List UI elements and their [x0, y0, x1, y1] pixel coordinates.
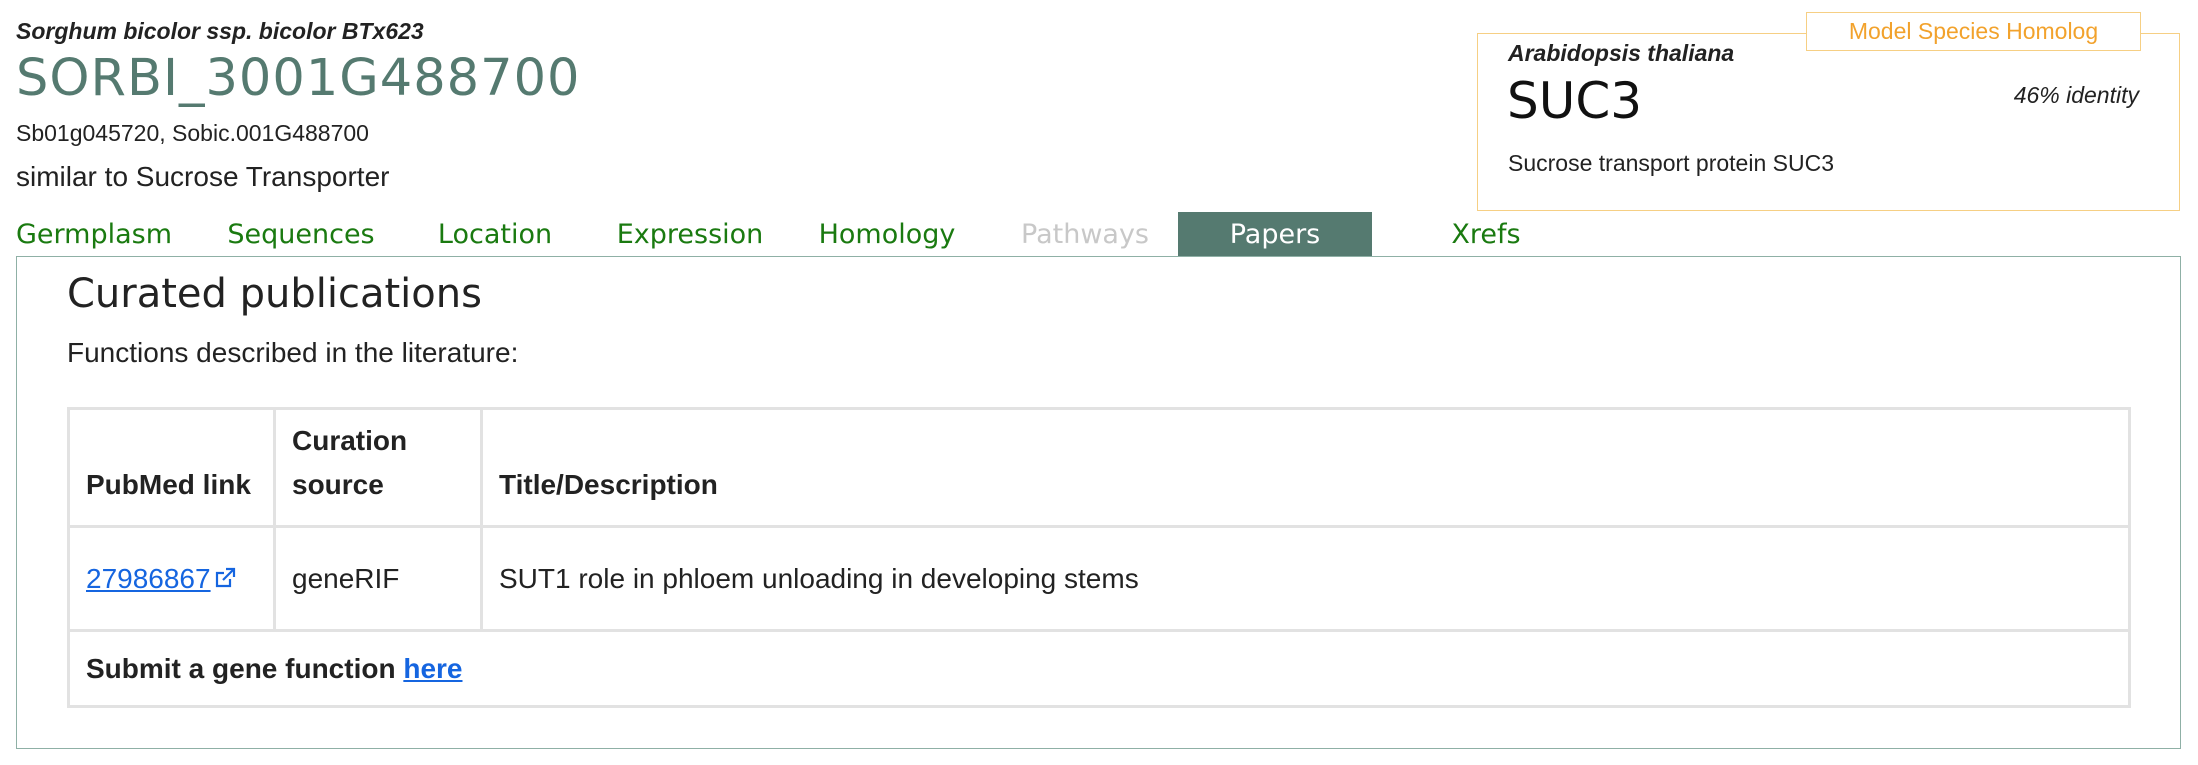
submit-function-link[interactable]: here [403, 653, 462, 684]
tab-xrefs[interactable]: Xrefs [1416, 212, 1556, 257]
gene-summary: similar to Sucrose Transporter [16, 161, 390, 192]
external-link-icon[interactable] [213, 565, 237, 589]
submit-function-row: Submit a gene function here [67, 629, 2131, 708]
papers-panel: Curated publications Functions described… [16, 256, 2181, 749]
homolog-identity: 46% identity [2013, 82, 2139, 108]
tab-expression[interactable]: Expression [605, 212, 775, 257]
curation-source-cell: geneRIF [273, 525, 483, 632]
homolog-name: SUC3 [1507, 72, 1643, 130]
section-subtitle: Functions described in the literature: [67, 337, 519, 368]
section-title: Curated publications [67, 271, 482, 317]
table-header-row: PubMed link Curation source Title/Descri… [67, 407, 2131, 528]
publications-table: PubMed link Curation source Title/Descri… [67, 407, 2131, 708]
pubmed-id[interactable]: 27986867 [86, 563, 211, 594]
column-header-title: Title/Description [480, 407, 2131, 528]
tab-germplasm[interactable]: Germplasm [16, 212, 172, 257]
tab-homology[interactable]: Homology [812, 212, 962, 257]
column-header-curation-source: Curation source [273, 407, 483, 528]
submit-function-cell: Submit a gene function here [67, 629, 2131, 708]
tab-papers[interactable]: Papers [1178, 212, 1372, 257]
submit-function-text: Submit a gene function [86, 652, 396, 684]
pubmed-cell: 27986867 [67, 525, 276, 632]
gene-synonyms: Sb01g045720, Sobic.001G488700 [16, 120, 369, 146]
description-cell: SUT1 role in phloem unloading in develop… [480, 525, 2131, 632]
homolog-label: Model Species Homolog [1806, 12, 2141, 51]
tab-location[interactable]: Location [430, 212, 560, 257]
column-header-pubmed: PubMed link [67, 407, 276, 528]
homolog-species: Arabidopsis thaliana [1508, 40, 1735, 66]
gene-species: Sorghum bicolor ssp. bicolor BTx623 [16, 18, 424, 44]
tab-pathways: Pathways [1021, 219, 1149, 250]
gene-id-title: SORBI_3001G488700 [16, 49, 581, 108]
gene-header: Sorghum bicolor ssp. bicolor BTx623 SORB… [16, 18, 580, 193]
homolog-description: Sucrose transport protein SUC3 [1508, 150, 1834, 176]
tab-sequences[interactable]: Sequences [221, 212, 381, 257]
table-row: 27986867 geneRIF SUT1 role in phloem unl… [67, 525, 2131, 632]
detail-tabs: Germplasm Sequences Location Expression … [16, 212, 2181, 257]
pubmed-link[interactable]: 27986867 [86, 563, 211, 594]
model-species-homolog-box[interactable]: Arabidopsis thaliana SUC3 46% identity S… [1477, 33, 2180, 211]
